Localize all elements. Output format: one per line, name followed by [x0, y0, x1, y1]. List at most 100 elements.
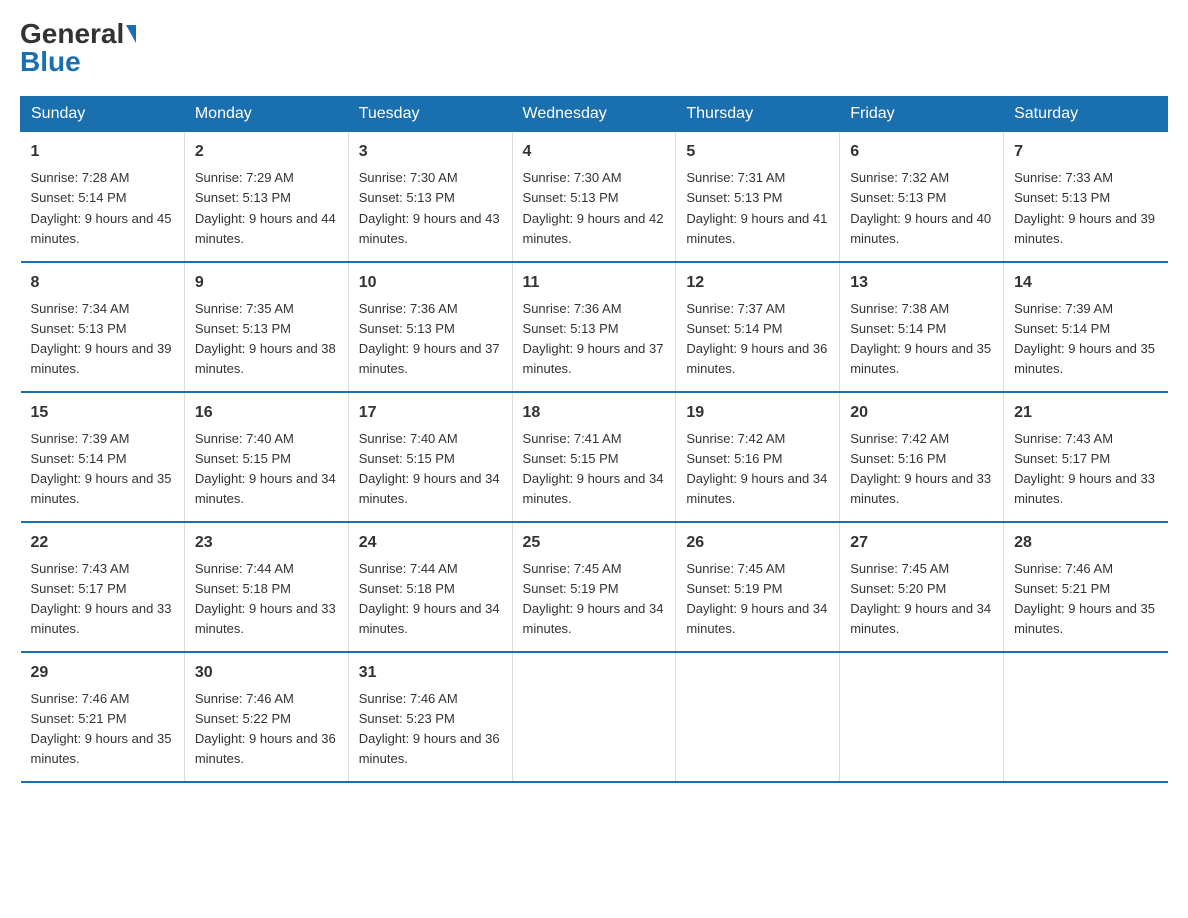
day-number: 14	[1014, 271, 1157, 295]
calendar-day-cell: 1 Sunrise: 7:28 AMSunset: 5:14 PMDayligh…	[21, 132, 185, 262]
weekday-header-friday: Friday	[840, 97, 1004, 132]
day-info: Sunrise: 7:33 AMSunset: 5:13 PMDaylight:…	[1014, 170, 1155, 246]
day-number: 21	[1014, 401, 1157, 425]
calendar-day-cell	[512, 652, 676, 782]
day-number: 29	[31, 661, 174, 685]
calendar-day-cell: 16 Sunrise: 7:40 AMSunset: 5:15 PMDaylig…	[184, 392, 348, 522]
day-info: Sunrise: 7:28 AMSunset: 5:14 PMDaylight:…	[31, 170, 172, 246]
calendar-day-cell: 3 Sunrise: 7:30 AMSunset: 5:13 PMDayligh…	[348, 132, 512, 262]
day-info: Sunrise: 7:46 AMSunset: 5:23 PMDaylight:…	[359, 691, 500, 767]
day-info: Sunrise: 7:35 AMSunset: 5:13 PMDaylight:…	[195, 301, 336, 377]
calendar-day-cell: 30 Sunrise: 7:46 AMSunset: 5:22 PMDaylig…	[184, 652, 348, 782]
day-info: Sunrise: 7:36 AMSunset: 5:13 PMDaylight:…	[359, 301, 500, 377]
calendar-day-cell: 27 Sunrise: 7:45 AMSunset: 5:20 PMDaylig…	[840, 522, 1004, 652]
weekday-header-saturday: Saturday	[1004, 97, 1168, 132]
day-info: Sunrise: 7:46 AMSunset: 5:21 PMDaylight:…	[31, 691, 172, 767]
logo-general-text: General	[20, 20, 124, 48]
calendar-day-cell: 5 Sunrise: 7:31 AMSunset: 5:13 PMDayligh…	[676, 132, 840, 262]
calendar-day-cell: 15 Sunrise: 7:39 AMSunset: 5:14 PMDaylig…	[21, 392, 185, 522]
calendar-day-cell: 25 Sunrise: 7:45 AMSunset: 5:19 PMDaylig…	[512, 522, 676, 652]
calendar-day-cell	[1004, 652, 1168, 782]
calendar-day-cell: 21 Sunrise: 7:43 AMSunset: 5:17 PMDaylig…	[1004, 392, 1168, 522]
calendar-day-cell: 4 Sunrise: 7:30 AMSunset: 5:13 PMDayligh…	[512, 132, 676, 262]
day-info: Sunrise: 7:39 AMSunset: 5:14 PMDaylight:…	[31, 431, 172, 507]
calendar-day-cell	[840, 652, 1004, 782]
day-number: 4	[523, 140, 666, 164]
calendar-day-cell: 31 Sunrise: 7:46 AMSunset: 5:23 PMDaylig…	[348, 652, 512, 782]
calendar-week-row: 15 Sunrise: 7:39 AMSunset: 5:14 PMDaylig…	[21, 392, 1168, 522]
day-number: 12	[686, 271, 829, 295]
day-number: 31	[359, 661, 502, 685]
weekday-header-tuesday: Tuesday	[348, 97, 512, 132]
calendar-day-cell: 9 Sunrise: 7:35 AMSunset: 5:13 PMDayligh…	[184, 262, 348, 392]
day-number: 13	[850, 271, 993, 295]
day-info: Sunrise: 7:44 AMSunset: 5:18 PMDaylight:…	[195, 561, 336, 637]
day-info: Sunrise: 7:30 AMSunset: 5:13 PMDaylight:…	[359, 170, 500, 246]
calendar-day-cell: 17 Sunrise: 7:40 AMSunset: 5:15 PMDaylig…	[348, 392, 512, 522]
day-number: 24	[359, 531, 502, 555]
calendar-day-cell: 18 Sunrise: 7:41 AMSunset: 5:15 PMDaylig…	[512, 392, 676, 522]
day-info: Sunrise: 7:41 AMSunset: 5:15 PMDaylight:…	[523, 431, 664, 507]
day-info: Sunrise: 7:31 AMSunset: 5:13 PMDaylight:…	[686, 170, 827, 246]
day-info: Sunrise: 7:46 AMSunset: 5:21 PMDaylight:…	[1014, 561, 1155, 637]
calendar-day-cell: 28 Sunrise: 7:46 AMSunset: 5:21 PMDaylig…	[1004, 522, 1168, 652]
day-number: 8	[31, 271, 174, 295]
day-info: Sunrise: 7:44 AMSunset: 5:18 PMDaylight:…	[359, 561, 500, 637]
day-info: Sunrise: 7:30 AMSunset: 5:13 PMDaylight:…	[523, 170, 664, 246]
day-number: 9	[195, 271, 338, 295]
calendar-day-cell: 24 Sunrise: 7:44 AMSunset: 5:18 PMDaylig…	[348, 522, 512, 652]
calendar-day-cell: 13 Sunrise: 7:38 AMSunset: 5:14 PMDaylig…	[840, 262, 1004, 392]
day-info: Sunrise: 7:45 AMSunset: 5:19 PMDaylight:…	[523, 561, 664, 637]
calendar-week-row: 29 Sunrise: 7:46 AMSunset: 5:21 PMDaylig…	[21, 652, 1168, 782]
weekday-header-wednesday: Wednesday	[512, 97, 676, 132]
page-header: General Blue	[20, 20, 1168, 76]
day-number: 10	[359, 271, 502, 295]
calendar-day-cell: 14 Sunrise: 7:39 AMSunset: 5:14 PMDaylig…	[1004, 262, 1168, 392]
day-number: 5	[686, 140, 829, 164]
weekday-header-sunday: Sunday	[21, 97, 185, 132]
calendar-day-cell: 8 Sunrise: 7:34 AMSunset: 5:13 PMDayligh…	[21, 262, 185, 392]
day-info: Sunrise: 7:42 AMSunset: 5:16 PMDaylight:…	[850, 431, 991, 507]
calendar-day-cell: 2 Sunrise: 7:29 AMSunset: 5:13 PMDayligh…	[184, 132, 348, 262]
weekday-header-thursday: Thursday	[676, 97, 840, 132]
weekday-header-monday: Monday	[184, 97, 348, 132]
calendar-week-row: 8 Sunrise: 7:34 AMSunset: 5:13 PMDayligh…	[21, 262, 1168, 392]
day-info: Sunrise: 7:46 AMSunset: 5:22 PMDaylight:…	[195, 691, 336, 767]
day-number: 18	[523, 401, 666, 425]
calendar-day-cell: 22 Sunrise: 7:43 AMSunset: 5:17 PMDaylig…	[21, 522, 185, 652]
day-number: 26	[686, 531, 829, 555]
calendar-day-cell: 6 Sunrise: 7:32 AMSunset: 5:13 PMDayligh…	[840, 132, 1004, 262]
calendar-day-cell: 12 Sunrise: 7:37 AMSunset: 5:14 PMDaylig…	[676, 262, 840, 392]
day-number: 20	[850, 401, 993, 425]
day-info: Sunrise: 7:43 AMSunset: 5:17 PMDaylight:…	[31, 561, 172, 637]
day-number: 1	[31, 140, 174, 164]
day-number: 11	[523, 271, 666, 295]
day-info: Sunrise: 7:38 AMSunset: 5:14 PMDaylight:…	[850, 301, 991, 377]
day-info: Sunrise: 7:39 AMSunset: 5:14 PMDaylight:…	[1014, 301, 1155, 377]
day-number: 7	[1014, 140, 1157, 164]
day-info: Sunrise: 7:36 AMSunset: 5:13 PMDaylight:…	[523, 301, 664, 377]
calendar-day-cell: 29 Sunrise: 7:46 AMSunset: 5:21 PMDaylig…	[21, 652, 185, 782]
calendar-table: SundayMondayTuesdayWednesdayThursdayFrid…	[20, 96, 1168, 783]
weekday-header-row: SundayMondayTuesdayWednesdayThursdayFrid…	[21, 97, 1168, 132]
day-info: Sunrise: 7:43 AMSunset: 5:17 PMDaylight:…	[1014, 431, 1155, 507]
day-info: Sunrise: 7:45 AMSunset: 5:19 PMDaylight:…	[686, 561, 827, 637]
day-number: 19	[686, 401, 829, 425]
calendar-day-cell	[676, 652, 840, 782]
calendar-day-cell: 19 Sunrise: 7:42 AMSunset: 5:16 PMDaylig…	[676, 392, 840, 522]
day-info: Sunrise: 7:32 AMSunset: 5:13 PMDaylight:…	[850, 170, 991, 246]
day-number: 30	[195, 661, 338, 685]
logo-arrow-icon	[126, 25, 136, 43]
day-info: Sunrise: 7:37 AMSunset: 5:14 PMDaylight:…	[686, 301, 827, 377]
logo: General Blue	[20, 20, 136, 76]
day-number: 6	[850, 140, 993, 164]
calendar-day-cell: 10 Sunrise: 7:36 AMSunset: 5:13 PMDaylig…	[348, 262, 512, 392]
calendar-week-row: 22 Sunrise: 7:43 AMSunset: 5:17 PMDaylig…	[21, 522, 1168, 652]
logo-blue-text: Blue	[20, 48, 81, 76]
day-info: Sunrise: 7:40 AMSunset: 5:15 PMDaylight:…	[195, 431, 336, 507]
calendar-day-cell: 11 Sunrise: 7:36 AMSunset: 5:13 PMDaylig…	[512, 262, 676, 392]
day-info: Sunrise: 7:34 AMSunset: 5:13 PMDaylight:…	[31, 301, 172, 377]
day-number: 2	[195, 140, 338, 164]
day-info: Sunrise: 7:29 AMSunset: 5:13 PMDaylight:…	[195, 170, 336, 246]
calendar-day-cell: 7 Sunrise: 7:33 AMSunset: 5:13 PMDayligh…	[1004, 132, 1168, 262]
